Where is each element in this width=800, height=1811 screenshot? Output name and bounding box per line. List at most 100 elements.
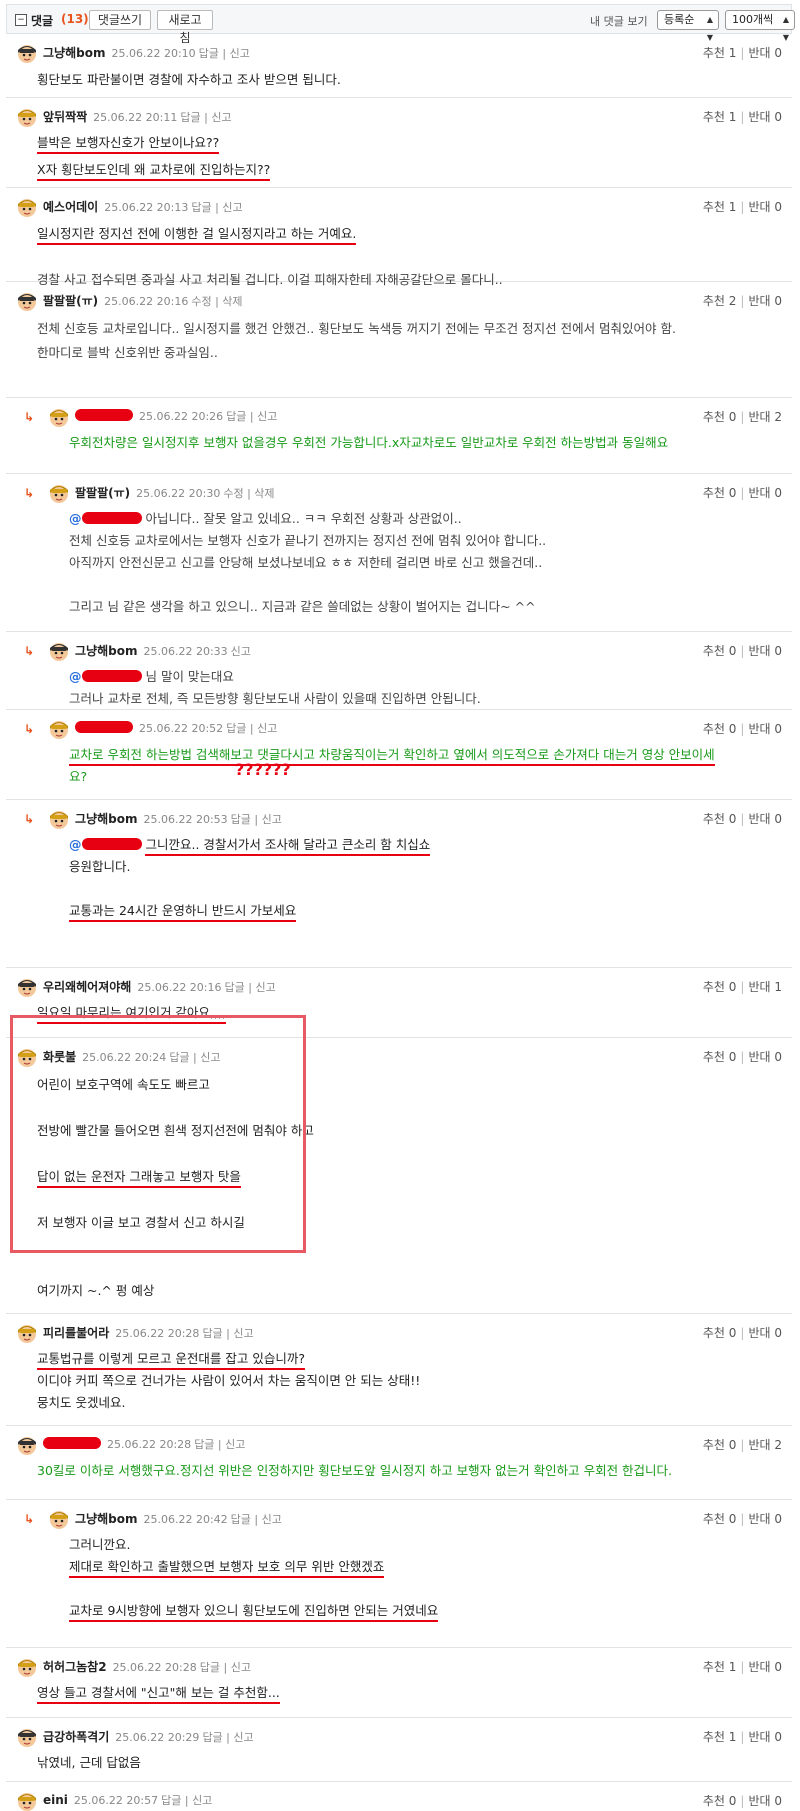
upvote-button[interactable]: 추천 0 bbox=[703, 410, 737, 424]
mention-tag[interactable]: @ bbox=[69, 511, 142, 526]
report-link[interactable]: 신고 bbox=[192, 1794, 212, 1807]
downvote-button[interactable]: 반대 1 bbox=[748, 980, 782, 994]
vote-counts: 추천 1 | 반대 0 bbox=[702, 200, 782, 214]
downvote-button[interactable]: 반대 0 bbox=[748, 644, 782, 658]
comment-nickname[interactable]: 그냥해bom bbox=[75, 812, 137, 826]
reply-link[interactable]: 답글 bbox=[200, 1661, 220, 1674]
upvote-button[interactable]: 추천 0 bbox=[703, 980, 737, 994]
upvote-button[interactable]: 추천 0 bbox=[703, 1512, 737, 1526]
comment-nickname[interactable]: 팔팔팔(ㅠ) bbox=[43, 294, 98, 308]
upvote-button[interactable]: 추천 0 bbox=[703, 722, 737, 736]
comment-actions: 답글 | 신고 bbox=[199, 1661, 251, 1674]
write-comment-button[interactable]: 댓글쓰기 bbox=[89, 10, 151, 30]
reply-arrow-icon: ↳ bbox=[24, 722, 35, 736]
upvote-button[interactable]: 추천 0 bbox=[703, 812, 737, 826]
comment-timestamp: 25.06.22 20:28 bbox=[115, 1327, 200, 1340]
reply-link[interactable]: 답글 bbox=[231, 813, 251, 826]
edit-link[interactable]: 수정 bbox=[223, 487, 243, 500]
comment-actions: 답글 | 신고 bbox=[202, 1731, 254, 1744]
comment-nickname[interactable]: 그냥해bom bbox=[43, 46, 105, 60]
comment-meta: 그냥해bom 25.06.22 20:33 신고 bbox=[75, 642, 251, 659]
downvote-button[interactable]: 반대 0 bbox=[748, 110, 782, 124]
sort-select[interactable]: 등록순 ▲ ▼ bbox=[657, 10, 719, 42]
page-size-select[interactable]: 100개씩 ▲ ▼ bbox=[725, 10, 795, 42]
vote-counts: 추천 1 | 반대 0 bbox=[702, 46, 782, 60]
comment-meta: 25.06.22 20:28 답글 | 신고 bbox=[43, 1436, 245, 1452]
upvote-button[interactable]: 추천 1 bbox=[703, 110, 737, 124]
upvote-button[interactable]: 추천 1 bbox=[703, 46, 737, 60]
reply-link[interactable]: 답글 bbox=[225, 981, 245, 994]
reply-link[interactable]: 답글 bbox=[231, 1513, 251, 1526]
downvote-button[interactable]: 반대 0 bbox=[748, 812, 782, 826]
comment-actions: 수정 | 삭제 bbox=[191, 295, 243, 308]
downvote-button[interactable]: 반대 0 bbox=[748, 722, 782, 736]
report-link[interactable]: 신고 bbox=[233, 1731, 253, 1744]
upvote-button[interactable]: 추천 0 bbox=[703, 644, 737, 658]
downvote-button[interactable]: 반대 0 bbox=[748, 1512, 782, 1526]
downvote-button[interactable]: 반대 0 bbox=[748, 486, 782, 500]
report-link[interactable]: 신고 bbox=[225, 1438, 245, 1451]
downvote-button[interactable]: 반대 2 bbox=[748, 410, 782, 424]
reply-link[interactable]: 답글 bbox=[191, 201, 211, 214]
delete-link[interactable]: 삭제 bbox=[254, 487, 274, 500]
upvote-button[interactable]: 추천 1 bbox=[703, 1660, 737, 1674]
comment-nickname[interactable]: 우리왜헤어져야해 bbox=[43, 980, 131, 994]
reply-link[interactable]: 답글 bbox=[202, 1731, 222, 1744]
mention-tag[interactable]: @ bbox=[69, 837, 142, 852]
mention-tag[interactable]: @ bbox=[69, 669, 142, 684]
comment-nickname[interactable]: 피리를불어라 bbox=[43, 1326, 109, 1340]
reply-link[interactable]: 답글 bbox=[202, 1327, 222, 1340]
refresh-button[interactable]: 새로고침 bbox=[157, 10, 213, 45]
comment-nickname[interactable]: 팔팔팔(ㅠ) bbox=[75, 486, 130, 500]
comment-nickname[interactable]: 예스어데이 bbox=[43, 200, 98, 214]
downvote-button[interactable]: 반대 0 bbox=[748, 200, 782, 214]
downvote-button[interactable]: 반대 0 bbox=[748, 1794, 782, 1808]
comment-nickname[interactable]: 그냥해bom bbox=[75, 644, 137, 658]
reply-comment: ↳ 그냥해bom 25.06.22 20:33 신고 추천 0 | 반대 0 @ 님 말이 맞… bbox=[6, 632, 792, 710]
upvote-button[interactable]: 추천 1 bbox=[703, 1730, 737, 1744]
downvote-button[interactable]: 반대 0 bbox=[748, 1660, 782, 1674]
upvote-button[interactable]: 추천 0 bbox=[703, 1794, 737, 1808]
comment-nickname[interactable]: eini bbox=[43, 1793, 68, 1807]
report-link[interactable]: 신고 bbox=[257, 410, 277, 423]
report-link[interactable]: 신고 bbox=[233, 1327, 253, 1340]
comment-nickname[interactable]: 그냥해bom bbox=[75, 1512, 137, 1526]
report-link[interactable]: 신고 bbox=[262, 1513, 282, 1526]
upvote-button[interactable]: 추천 0 bbox=[703, 1326, 737, 1340]
upvote-button[interactable]: 추천 2 bbox=[703, 294, 737, 308]
report-link[interactable]: 신고 bbox=[262, 813, 282, 826]
page-size-select-value: 100개씩 bbox=[732, 13, 774, 26]
downvote-button[interactable]: 반대 0 bbox=[748, 1730, 782, 1744]
avatar-icon bbox=[16, 1790, 38, 1811]
upvote-button[interactable]: 추천 0 bbox=[703, 1438, 737, 1452]
report-link[interactable]: 신고 bbox=[230, 47, 250, 60]
edit-link[interactable]: 수정 bbox=[191, 295, 211, 308]
reply-link[interactable]: 답글 bbox=[194, 1438, 214, 1451]
comment-nickname[interactable]: 허허그놈참2 bbox=[43, 1660, 107, 1674]
downvote-button[interactable]: 반대 0 bbox=[748, 1050, 782, 1064]
reply-link[interactable]: 답글 bbox=[180, 111, 200, 124]
reply-link[interactable]: 답글 bbox=[226, 410, 246, 423]
downvote-button[interactable]: 반대 0 bbox=[748, 46, 782, 60]
comment-actions: 답글 | 신고 bbox=[198, 47, 250, 60]
downvote-button[interactable]: 반대 2 bbox=[748, 1438, 782, 1452]
downvote-button[interactable]: 반대 0 bbox=[748, 1326, 782, 1340]
collapse-toggle-icon[interactable]: − bbox=[15, 14, 27, 26]
upvote-button[interactable]: 추천 0 bbox=[703, 1050, 737, 1064]
upvote-button[interactable]: 추천 1 bbox=[703, 200, 737, 214]
report-link[interactable]: 신고 bbox=[255, 981, 275, 994]
report-link[interactable]: 신고 bbox=[211, 111, 231, 124]
delete-link[interactable]: 삭제 bbox=[222, 295, 242, 308]
report-link[interactable]: 신고 bbox=[257, 722, 277, 735]
my-comments-link[interactable]: 내 댓글 보기 bbox=[590, 13, 648, 29]
upvote-button[interactable]: 추천 0 bbox=[703, 486, 737, 500]
report-link[interactable]: 신고 bbox=[231, 645, 251, 658]
reply-link[interactable]: 답글 bbox=[226, 722, 246, 735]
downvote-button[interactable]: 반대 0 bbox=[748, 294, 782, 308]
reply-link[interactable]: 답글 bbox=[199, 47, 219, 60]
comment-nickname[interactable]: 급강하폭격기 bbox=[43, 1730, 109, 1744]
report-link[interactable]: 신고 bbox=[222, 201, 242, 214]
comment-nickname[interactable]: 앞뒤짝짝 bbox=[43, 110, 87, 124]
reply-link[interactable]: 답글 bbox=[161, 1794, 181, 1807]
report-link[interactable]: 신고 bbox=[231, 1661, 251, 1674]
